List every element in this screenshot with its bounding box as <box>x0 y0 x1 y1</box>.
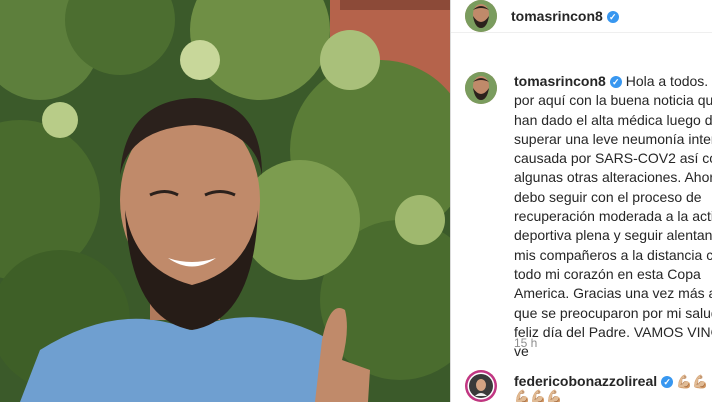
post-side-panel: tomasrincon8 ✓ tomasrincon8 ✓ Hola a todos… <box>451 0 712 402</box>
post-photo-image <box>0 0 450 402</box>
caption-author-avatar[interactable] <box>465 72 497 104</box>
post-photo[interactable] <box>0 0 450 402</box>
comment-emoji-line: 💪🏼💪🏼💪🏼 <box>514 389 563 402</box>
avatar-image <box>465 0 497 32</box>
post-timestamp[interactable]: 15 h <box>514 336 537 350</box>
verified-badge-icon: ✓ <box>606 11 619 23</box>
post-header: tomasrincon8 ✓ <box>451 0 712 33</box>
author-avatar[interactable] <box>465 0 497 32</box>
post-caption: tomasrincon8✓ Hola a todos. Pa por aquí … <box>514 72 712 361</box>
commenter-username[interactable]: federicobonazzolireal <box>514 373 657 389</box>
verified-badge-icon: ✓ <box>609 76 622 88</box>
caption-text: Hola a todos. Pa por aquí con la buena n… <box>514 73 712 360</box>
caption-username[interactable]: tomasrincon8 <box>514 73 606 89</box>
avatar-image <box>465 370 497 402</box>
author-username[interactable]: tomasrincon8 <box>511 8 603 24</box>
avatar-image <box>465 72 497 104</box>
verified-badge-icon: ✓ <box>661 376 674 388</box>
comment-emoji-text: 💪🏼💪🏼 <box>676 374 709 389</box>
commenter-avatar[interactable] <box>465 370 497 402</box>
